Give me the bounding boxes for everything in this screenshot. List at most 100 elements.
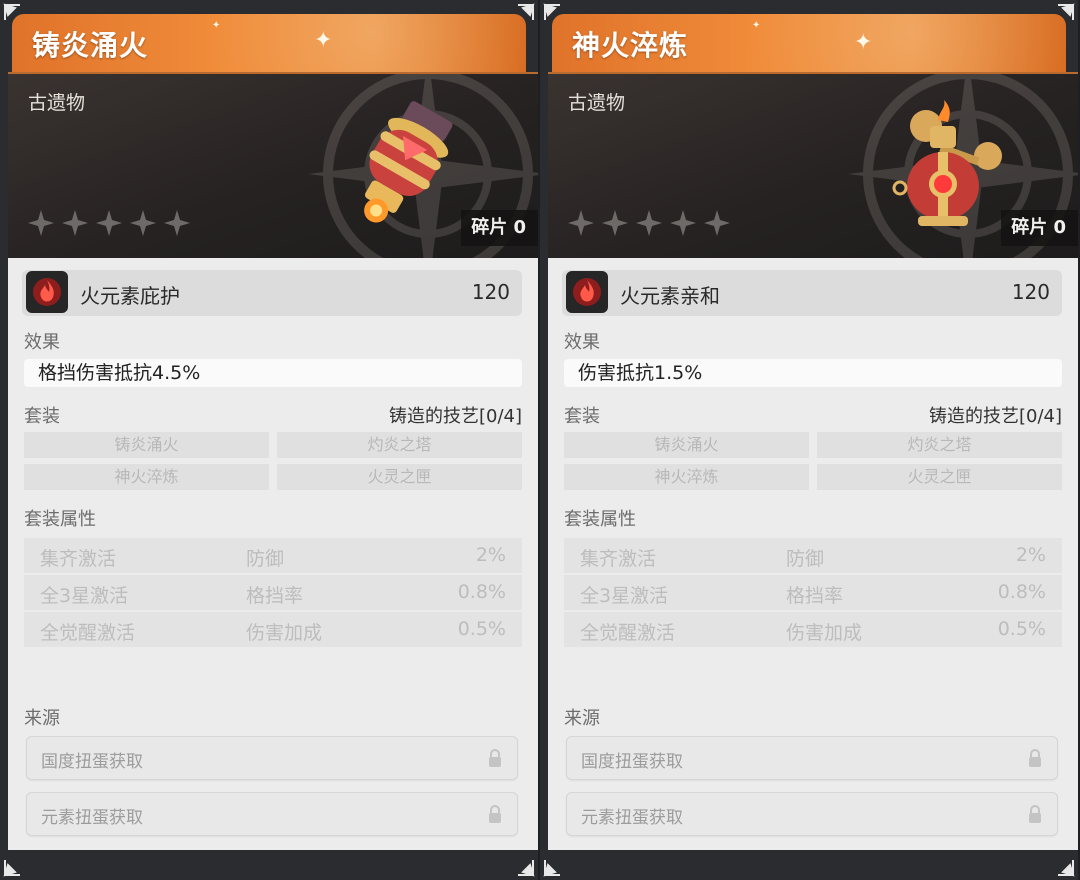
fragment-count: 碎片 0 bbox=[1001, 210, 1078, 246]
star-empty-icon bbox=[130, 210, 156, 236]
fire-element-icon bbox=[566, 271, 608, 313]
relic-hero: 古遗物 碎片 0 bbox=[548, 72, 1078, 260]
star-empty-icon bbox=[636, 210, 662, 236]
set-attr-label: 套装属性 bbox=[24, 509, 96, 530]
element-name: 火元素庇护 bbox=[80, 284, 180, 308]
set-items-grid: 铸炎涌火 灼炎之塔 神火淬炼 火灵之匣 bbox=[24, 432, 522, 490]
lock-icon bbox=[1029, 805, 1041, 823]
source-button[interactable]: 元素扭蛋获取 bbox=[566, 792, 1058, 836]
set-item[interactable]: 灼炎之塔 bbox=[817, 432, 1062, 458]
set-attr-table: 集齐激活 防御 2% 全3星激活 格挡率 0.8% 全觉醒激活 伤害加成 0.5… bbox=[24, 538, 522, 654]
source-button[interactable]: 国度扭蛋获取 bbox=[566, 736, 1058, 780]
effect-text: 伤害抵抗1.5% bbox=[564, 359, 1062, 387]
source-label: 来源 bbox=[564, 708, 600, 729]
set-item[interactable]: 火灵之匣 bbox=[277, 464, 522, 490]
star-empty-icon bbox=[602, 210, 628, 236]
attr-condition: 集齐激活 bbox=[40, 548, 117, 570]
corner-ornament-icon bbox=[2, 852, 28, 878]
relic-card-right: 神火淬炼 ✦ ✦ 古遗物 碎片 0 火元素亲和 120 效果 伤害抵抗1.5% … bbox=[540, 0, 1078, 880]
relic-flask-icon bbox=[892, 100, 1002, 226]
fragment-count: 碎片 0 bbox=[461, 210, 538, 246]
source-button[interactable]: 元素扭蛋获取 bbox=[26, 792, 518, 836]
set-attr-table: 集齐激活 防御 2% 全3星激活 格挡率 0.8% 全觉醒激活 伤害加成 0.5… bbox=[564, 538, 1062, 654]
corner-ornament-icon bbox=[1050, 852, 1076, 878]
attr-row: 集齐激活 防御 2% bbox=[24, 538, 522, 573]
set-item[interactable]: 火灵之匣 bbox=[817, 464, 1062, 490]
attr-value: 0.5% bbox=[997, 618, 1046, 640]
set-label: 套装 bbox=[24, 406, 60, 427]
source-label-text: 元素扭蛋获取 bbox=[581, 808, 683, 828]
star-rating bbox=[566, 208, 732, 238]
source-button[interactable]: 国度扭蛋获取 bbox=[26, 736, 518, 780]
card-title: 铸炎涌火 bbox=[32, 29, 149, 62]
sparkle-icon: ✦ bbox=[752, 20, 761, 31]
set-item[interactable]: 灼炎之塔 bbox=[277, 432, 522, 458]
attr-condition: 全觉醒激活 bbox=[40, 622, 136, 644]
lock-icon bbox=[489, 805, 501, 823]
attr-condition: 集齐激活 bbox=[580, 548, 657, 570]
set-attr-label: 套装属性 bbox=[564, 509, 636, 530]
set-item[interactable]: 神火淬炼 bbox=[564, 464, 809, 490]
relic-cannon-icon bbox=[364, 101, 453, 223]
effect-text: 格挡伤害抵抗4.5% bbox=[24, 359, 522, 387]
attr-stat: 格挡率 bbox=[246, 585, 304, 607]
element-value: 120 bbox=[471, 280, 510, 304]
star-rating bbox=[26, 208, 192, 238]
attr-value: 2% bbox=[475, 544, 506, 566]
element-row: 火元素亲和 120 bbox=[562, 270, 1062, 316]
source-label: 来源 bbox=[24, 708, 60, 729]
attr-row: 全3星激活 格挡率 0.8% bbox=[24, 575, 522, 610]
star-empty-icon bbox=[568, 210, 594, 236]
attr-value: 0.5% bbox=[457, 618, 506, 640]
star-empty-icon bbox=[62, 210, 88, 236]
attr-stat: 防御 bbox=[246, 548, 285, 570]
lock-icon bbox=[1029, 749, 1041, 767]
effect-label: 效果 bbox=[24, 332, 60, 353]
source-label-text: 元素扭蛋获取 bbox=[41, 808, 143, 828]
card-title-bar: 神火淬炼 ✦ ✦ bbox=[552, 14, 1066, 72]
relic-detail-panel: 火元素亲和 120 效果 伤害抵抗1.5% 套装 铸造的技艺[0/4] 铸炎涌火… bbox=[548, 258, 1078, 850]
element-name: 火元素亲和 bbox=[620, 284, 720, 308]
corner-ornament-icon bbox=[542, 852, 568, 878]
lock-icon bbox=[489, 749, 501, 767]
attr-condition: 全觉醒激活 bbox=[580, 622, 676, 644]
star-empty-icon bbox=[164, 210, 190, 236]
star-empty-icon bbox=[704, 210, 730, 236]
attr-condition: 全3星激活 bbox=[580, 585, 669, 607]
set-name: 铸造的技艺[0/4] bbox=[388, 406, 522, 427]
card-title: 神火淬炼 bbox=[572, 29, 689, 62]
effect-label: 效果 bbox=[564, 332, 600, 353]
fire-element-icon bbox=[26, 271, 68, 313]
source-label-text: 国度扭蛋获取 bbox=[41, 752, 143, 772]
relic-type: 古遗物 bbox=[28, 92, 86, 114]
attr-stat: 伤害加成 bbox=[246, 622, 323, 644]
attr-condition: 全3星激活 bbox=[40, 585, 129, 607]
attr-value: 0.8% bbox=[457, 581, 506, 603]
attr-stat: 格挡率 bbox=[786, 585, 844, 607]
card-title-bar: 铸炎涌火 ✦ ✦ bbox=[12, 14, 526, 72]
relic-detail-panel: 火元素庇护 120 效果 格挡伤害抵抗4.5% 套装 铸造的技艺[0/4] 铸炎… bbox=[8, 258, 538, 850]
attr-stat: 防御 bbox=[786, 548, 825, 570]
set-label: 套装 bbox=[564, 406, 600, 427]
corner-ornament-icon bbox=[510, 852, 536, 878]
sparkle-icon: ✦ bbox=[854, 30, 873, 55]
set-item[interactable]: 铸炎涌火 bbox=[24, 432, 269, 458]
star-empty-icon bbox=[28, 210, 54, 236]
attr-row: 全3星激活 格挡率 0.8% bbox=[564, 575, 1062, 610]
star-empty-icon bbox=[670, 210, 696, 236]
relic-type: 古遗物 bbox=[568, 92, 626, 114]
star-empty-icon bbox=[96, 210, 122, 236]
source-label-text: 国度扭蛋获取 bbox=[581, 752, 683, 772]
set-item[interactable]: 铸炎涌火 bbox=[564, 432, 809, 458]
relic-card-left: 铸炎涌火 ✦ ✦ 古遗物 碎片 0 火元素庇护 120 效果 格挡伤害抵抗4.5… bbox=[0, 0, 538, 880]
relic-hero: 古遗物 碎片 0 bbox=[8, 72, 538, 260]
attr-value: 2% bbox=[1015, 544, 1046, 566]
attr-row: 全觉醒激活 伤害加成 0.5% bbox=[564, 612, 1062, 647]
set-item[interactable]: 神火淬炼 bbox=[24, 464, 269, 490]
attr-value: 0.8% bbox=[997, 581, 1046, 603]
set-items-grid: 铸炎涌火 灼炎之塔 神火淬炼 火灵之匣 bbox=[564, 432, 1062, 490]
attr-row: 集齐激活 防御 2% bbox=[564, 538, 1062, 573]
sparkle-icon: ✦ bbox=[314, 28, 333, 53]
element-value: 120 bbox=[1011, 280, 1050, 304]
attr-stat: 伤害加成 bbox=[786, 622, 863, 644]
